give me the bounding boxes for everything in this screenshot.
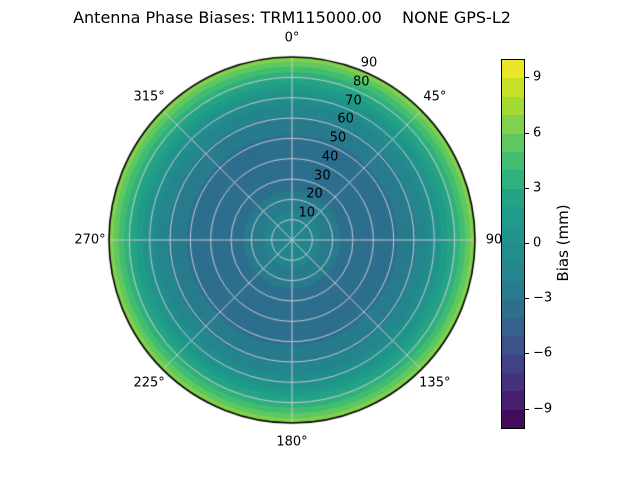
- colorbar-band: [502, 115, 524, 134]
- theta-tick-label: 45°: [423, 89, 447, 105]
- colorbar-tickmark: [525, 298, 529, 300]
- theta-tick-label: 180°: [276, 434, 308, 450]
- colorbar-band: [502, 262, 524, 281]
- colorbar-band: [502, 96, 524, 116]
- figure: Antenna Phase Biases: TRM115000.00 NONE …: [0, 0, 640, 480]
- colorbar-band: [502, 354, 524, 373]
- colorbar-tick-label: 3: [533, 180, 542, 196]
- colorbar-tick-label: 9: [533, 69, 542, 85]
- colorbar-band: [502, 152, 524, 171]
- r-tick-label: 80: [352, 74, 370, 90]
- colorbar-band: [502, 244, 524, 263]
- colorbar-band: [502, 372, 524, 392]
- colorbar-band: [502, 391, 524, 410]
- colorbar-tickmark: [525, 187, 529, 189]
- colorbar-label: Bias (mm): [554, 204, 572, 282]
- r-tick-label: 30: [314, 168, 331, 184]
- colorbar-tick-label: 6: [533, 125, 542, 141]
- theta-tick-label: 315°: [133, 89, 165, 105]
- colorbar-tickmark: [525, 243, 529, 244]
- r-tick-label: 90: [360, 55, 378, 71]
- colorbar-band: [502, 280, 524, 300]
- colorbar-band: [502, 336, 524, 355]
- colorbar-band: [502, 78, 524, 97]
- colorbar-tickmark: [525, 408, 529, 410]
- r-tick-label: 10: [298, 205, 316, 221]
- colorbar-gradient: [501, 59, 525, 429]
- theta-tick-label: 90: [485, 232, 503, 248]
- theta-tick-label: 225°: [133, 375, 165, 391]
- colorbar-band: [502, 409, 524, 429]
- r-tick-label: 50: [329, 130, 347, 146]
- theta-tick-label: 270°: [74, 232, 106, 248]
- colorbar-tick-label: −9: [533, 401, 553, 417]
- colorbar-band: [502, 225, 524, 245]
- theta-tick-label: 0°: [284, 30, 300, 46]
- colorbar-tickmark: [525, 132, 529, 134]
- theta-tick-label: 135°: [419, 375, 451, 391]
- colorbar-tickmark: [525, 353, 529, 355]
- colorbar-tick-label: 0: [533, 235, 542, 251]
- r-tick-label: 40: [321, 149, 339, 165]
- r-tick-label: 70: [345, 93, 362, 108]
- colorbar-tickmark: [525, 77, 529, 79]
- colorbar-band: [502, 170, 524, 189]
- r-tick-label: 20: [306, 186, 323, 202]
- r-tick-label: 60: [337, 111, 354, 127]
- colorbar-band: [502, 133, 524, 153]
- colorbar-band: [502, 60, 524, 79]
- colorbar-tick-label: −3: [533, 290, 553, 306]
- colorbar-band: [502, 188, 524, 208]
- colorbar-band: [502, 317, 524, 337]
- colorbar-tick-label: −6: [533, 345, 553, 361]
- colorbar-band: [502, 207, 524, 226]
- colorbar-band: [502, 299, 524, 318]
